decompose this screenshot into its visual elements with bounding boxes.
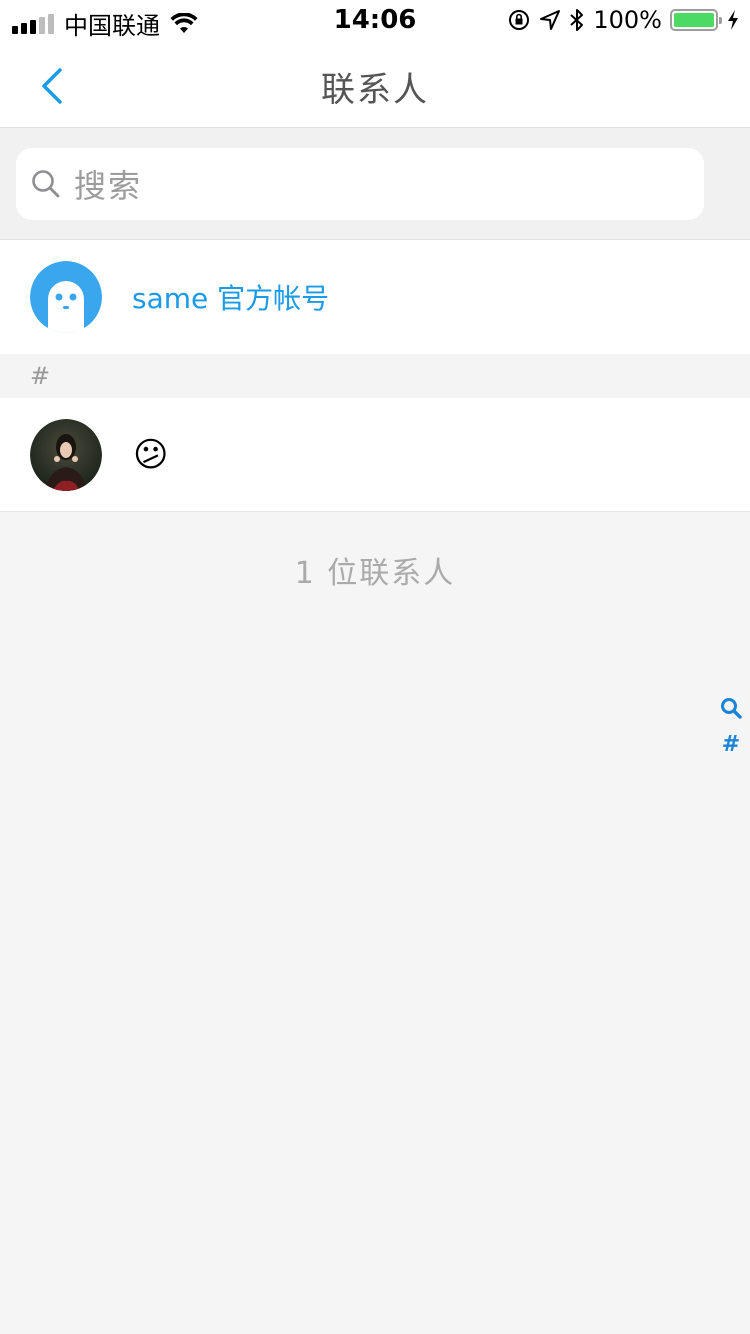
ghost-logo-icon — [30, 261, 102, 333]
index-search-icon[interactable] — [719, 696, 743, 720]
contact-photo — [30, 419, 102, 491]
section-header: # — [0, 354, 750, 398]
contact-row[interactable]: 😕 — [0, 398, 750, 512]
official-account-row[interactable]: same 官方帐号 — [0, 240, 750, 354]
battery-percent: 100% — [593, 6, 662, 34]
location-arrow-icon — [540, 10, 561, 30]
index-bar[interactable]: # — [716, 696, 746, 757]
status-right: 100% — [507, 6, 740, 34]
orientation-lock-icon — [509, 10, 530, 30]
search-placeholder: 搜索 — [74, 167, 143, 205]
charging-icon — [728, 10, 738, 30]
bluetooth-icon — [570, 9, 584, 31]
contact-name: 😕 — [133, 434, 169, 475]
contact-avatar — [30, 419, 102, 491]
page-title: 联系人 — [321, 70, 429, 110]
status-bar: 中国联通 14:06 100% — [0, 0, 750, 40]
official-account-avatar — [30, 261, 102, 333]
search-input[interactable]: 搜索 — [16, 148, 704, 220]
index-hash[interactable]: # — [722, 732, 740, 757]
navigation-bar: 联系人 — [0, 40, 750, 128]
battery-icon — [670, 9, 722, 31]
search-icon — [32, 170, 60, 198]
official-account-name: same 官方帐号 — [132, 282, 330, 315]
search-section: 搜索 — [0, 128, 750, 240]
contact-count: 1 位联系人 — [294, 556, 456, 591]
section-header-label: # — [30, 362, 51, 390]
